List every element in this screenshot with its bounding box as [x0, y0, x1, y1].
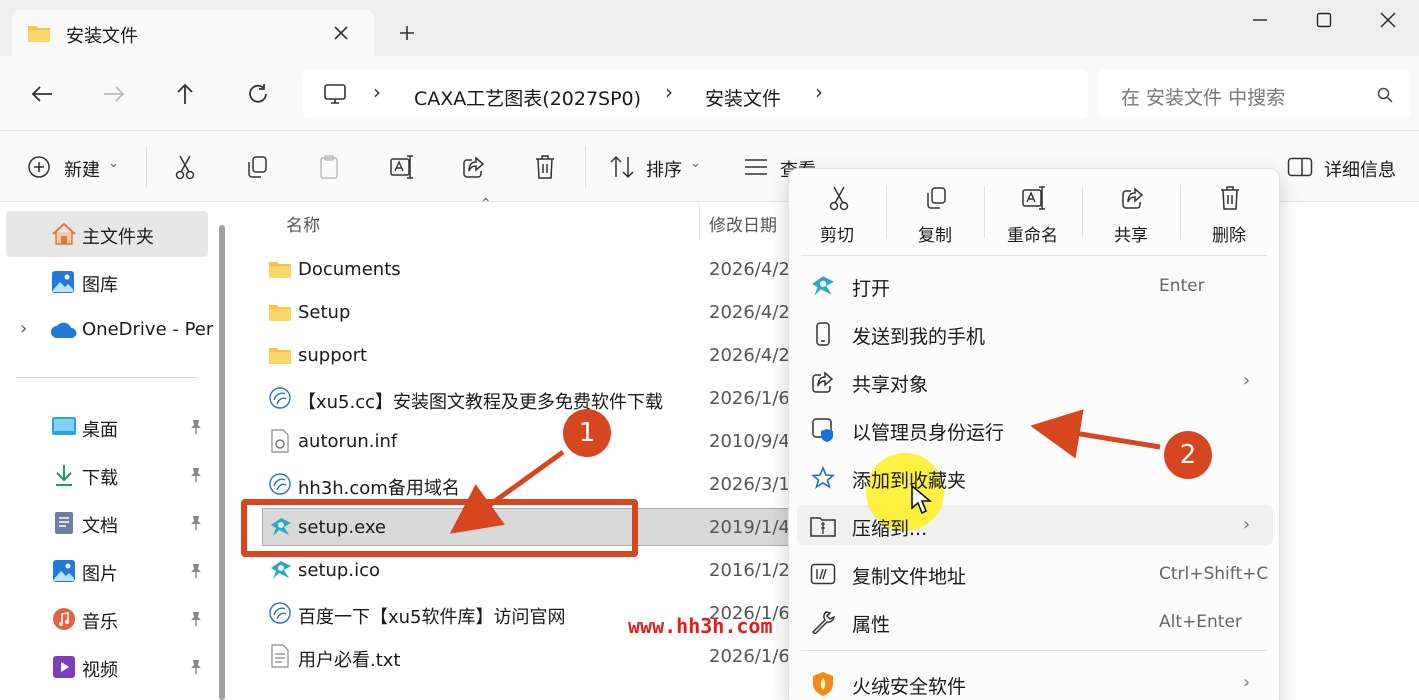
annotation-arrows [449, 409, 1161, 534]
annotation-badge-1: 1 [563, 409, 611, 457]
annotation-badge-2: 2 [1164, 431, 1212, 479]
mouse-cursor-icon [910, 484, 932, 516]
